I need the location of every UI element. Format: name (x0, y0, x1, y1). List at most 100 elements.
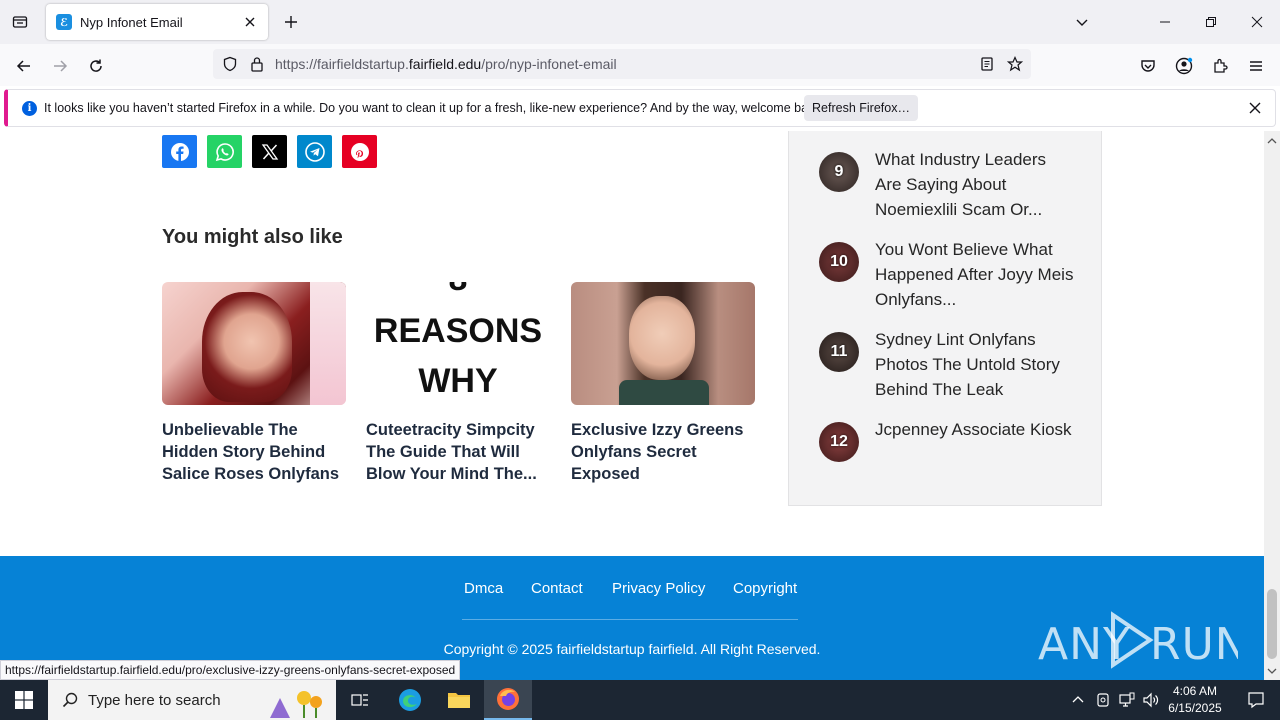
reload-button[interactable] (82, 52, 110, 80)
refresh-firefox-button[interactable]: Refresh Firefox… (804, 95, 918, 121)
action-center-button[interactable] (1232, 680, 1280, 720)
chevron-down-icon (1076, 19, 1088, 26)
footer-link-privacy-policy[interactable]: Privacy Policy (612, 580, 705, 597)
tray-network-button[interactable] (1115, 680, 1139, 720)
link-status-preview: https://fairfieldstartup.fairfield.edu/p… (0, 660, 461, 680)
taskbar-edge-button[interactable] (386, 680, 434, 720)
scrollbar-thumb[interactable] (1267, 589, 1277, 659)
restore-icon (1206, 17, 1216, 27)
sidebar-item-title[interactable]: You Wont Believe What Happened After Joy… (875, 237, 1075, 312)
windows-logo-icon (15, 691, 33, 709)
edge-icon (399, 689, 421, 711)
page-content: You might also like Unbelievable The Hid… (0, 131, 1264, 680)
sidebar-item-title[interactable]: Sydney Lint Onlyfans Photos The Untold S… (875, 327, 1075, 402)
volume-icon (1143, 692, 1159, 708)
taskbar-search-placeholder: Type here to search (88, 692, 221, 709)
related-thumbnail-image[interactable]: 8 REASONS WHY (366, 282, 550, 405)
sidebar-item-thumbnail[interactable]: 11 (819, 332, 859, 372)
related-thumbnail-image[interactable] (571, 282, 755, 405)
sidebar-item-title[interactable]: Jcpenney Associate Kiosk (875, 417, 1075, 442)
puzzle-icon (1214, 58, 1228, 73)
related-card[interactable]: 8 REASONS WHY Cuteetracity Simpcity The … (366, 282, 550, 485)
sidebar-item-title[interactable]: What Industry Leaders Are Saying About N… (875, 147, 1075, 222)
notification-message: It looks like you haven’t started Firefo… (44, 101, 825, 115)
scroll-up-arrow-icon[interactable] (1264, 133, 1280, 149)
x-logo-icon (261, 143, 278, 160)
notification-close-button[interactable] (1245, 98, 1265, 118)
info-icon: i (22, 101, 37, 116)
extensions-button[interactable] (1206, 52, 1234, 80)
close-icon (1251, 16, 1263, 28)
start-button[interactable] (0, 680, 48, 720)
footer-link-contact[interactable]: Contact (531, 580, 583, 597)
share-whatsapp-button[interactable] (207, 135, 242, 168)
trending-sidebar: 9 What Industry Leaders Are Saying About… (788, 131, 1102, 506)
device-icon (1097, 693, 1109, 707)
active-tab[interactable]: ℰ Nyp Infonet Email (46, 4, 268, 40)
related-thumbnail-image[interactable] (162, 282, 346, 405)
lock-icon[interactable] (248, 55, 266, 73)
url-bar[interactable]: https://fairfieldstartup.fairfield.edu/p… (213, 49, 1031, 79)
network-icon (1119, 692, 1135, 707)
share-telegram-button[interactable] (297, 135, 332, 168)
minimize-button[interactable] (1142, 0, 1188, 44)
taskbar-search-box[interactable]: Type here to search (48, 680, 336, 720)
related-card[interactable]: Unbelievable The Hidden Story Behind Sal… (162, 282, 346, 485)
footer-link-dmca[interactable]: Dmca (464, 580, 503, 597)
show-hidden-icons-button[interactable] (1066, 680, 1090, 720)
search-icon (62, 692, 78, 708)
svg-text:RUN: RUN (1150, 619, 1238, 670)
sidebar-item-thumbnail[interactable]: 10 (819, 242, 859, 282)
forward-button[interactable] (46, 52, 74, 80)
share-pinterest-button[interactable] (342, 135, 377, 168)
url-text[interactable]: https://fairfieldstartup.fairfield.edu/p… (275, 56, 617, 72)
task-view-button[interactable] (336, 680, 384, 720)
taskbar-file-explorer-button[interactable] (435, 680, 483, 720)
whatsapp-icon (215, 142, 234, 161)
url-domain: fairfield.edu (408, 56, 482, 72)
chevron-up-icon (1072, 696, 1084, 703)
reader-view-icon[interactable] (978, 55, 996, 73)
sidebar-item-thumbnail[interactable]: 12 (819, 422, 859, 462)
tab-close-button[interactable] (242, 14, 258, 30)
related-card-title[interactable]: Unbelievable The Hidden Story Behind Sal… (162, 419, 346, 485)
taskbar-clock[interactable]: 4:06 AM 6/15/2025 (1160, 683, 1230, 717)
related-card-title[interactable]: Cuteetracity Simpcity The Guide That Wil… (366, 419, 550, 485)
related-card-title[interactable]: Exclusive Izzy Greens Onlyfans Secret Ex… (571, 419, 755, 485)
thumbnail-text-line2: WHY (418, 362, 498, 400)
pocket-button[interactable] (1134, 52, 1162, 80)
tracking-protection-shield-icon[interactable] (221, 55, 239, 73)
arrow-right-icon (54, 60, 68, 72)
back-button[interactable] (10, 52, 38, 80)
task-view-icon (351, 694, 368, 706)
share-x-button[interactable] (252, 135, 287, 168)
windows-taskbar: Type here to search 4:06 AM 6/15/2025 (0, 680, 1280, 720)
app-menu-button[interactable] (1242, 52, 1270, 80)
new-tab-button[interactable] (279, 10, 303, 34)
minimize-icon (1160, 21, 1170, 23)
account-button[interactable] (1170, 52, 1198, 80)
restore-button[interactable] (1188, 0, 1234, 44)
close-window-button[interactable] (1234, 0, 1280, 44)
url-path: /pro/nyp-infonet-email (481, 56, 617, 72)
footer-link-copyright[interactable]: Copyright (733, 580, 797, 597)
scroll-down-arrow-icon[interactable] (1264, 663, 1280, 679)
notification-icon (1248, 692, 1264, 709)
related-card[interactable]: Exclusive Izzy Greens Onlyfans Secret Ex… (571, 282, 755, 485)
taskbar-firefox-button[interactable] (484, 680, 532, 720)
clock-time: 4:06 AM (1172, 684, 1218, 698)
facebook-icon (170, 142, 189, 161)
folder-icon (448, 693, 470, 708)
list-all-tabs-button[interactable] (1070, 10, 1094, 34)
share-facebook-button[interactable] (162, 135, 197, 168)
hamburger-menu-icon (1250, 61, 1262, 71)
sidebar-item-number: 9 (834, 163, 844, 180)
search-highlight-flowers-icon (260, 684, 330, 718)
reload-icon (90, 59, 102, 72)
page-scrollbar[interactable] (1264, 131, 1280, 680)
sidebar-item-thumbnail[interactable]: 9 (819, 152, 859, 192)
firefox-view-button[interactable] (8, 10, 32, 34)
bookmark-star-icon[interactable] (1006, 55, 1024, 73)
tray-device-button[interactable] (1091, 680, 1115, 720)
sidebar-item-number: 10 (830, 253, 848, 270)
